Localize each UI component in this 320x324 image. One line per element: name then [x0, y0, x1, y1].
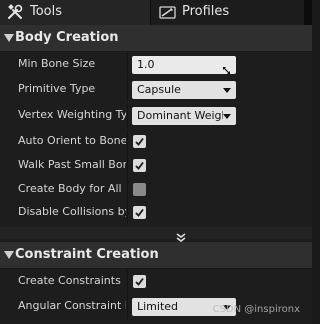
property-row-min-bone-size: Min Bone Size 1.0	[0, 53, 312, 77]
property-row-disable-collisions: Disable Collisions by Default	[0, 201, 312, 225]
property-label: Vertex Weighting Type	[18, 108, 126, 121]
auto-orient-checkbox[interactable]	[133, 135, 146, 148]
primitive-type-dropdown[interactable]: Capsule	[132, 81, 236, 99]
property-row-create-body-for-all-bones: Create Body for All Bones	[0, 178, 312, 202]
checkmark-icon	[135, 161, 144, 170]
expand-arrow-icon	[4, 251, 14, 259]
property-label: Min Bone Size	[18, 57, 96, 70]
checkmark-icon	[135, 137, 144, 146]
vertex-weighting-type-dropdown[interactable]: Dominant Weight	[132, 107, 236, 125]
column-splitter[interactable]	[127, 104, 128, 128]
create-body-for-all-bones-checkbox[interactable]	[133, 183, 146, 196]
column-splitter[interactable]	[127, 178, 128, 202]
dropdown-value: Limited	[137, 300, 179, 313]
dropdown-value: Capsule	[137, 83, 181, 96]
create-constraints-checkbox[interactable]	[133, 275, 146, 288]
tab-profiles[interactable]: Profiles	[151, 0, 304, 25]
checkmark-icon	[135, 277, 144, 286]
chevron-down-icon	[223, 114, 231, 119]
tools-icon	[6, 3, 24, 21]
column-splitter[interactable]	[127, 270, 128, 294]
column-splitter[interactable]	[127, 201, 128, 225]
column-splitter[interactable]	[127, 53, 128, 77]
property-label: Angular Constraint Mode	[18, 299, 126, 312]
walk-past-small-bones-checkbox[interactable]	[133, 159, 146, 172]
property-label: Create Body for All Bones	[18, 182, 126, 195]
min-bone-size-value: 1.0	[137, 58, 155, 71]
column-splitter[interactable]	[127, 130, 128, 154]
disable-collisions-checkbox[interactable]	[133, 206, 146, 219]
property-row-auto-orient: Auto Orient to Bone	[0, 130, 312, 154]
category-title: Body Creation	[15, 30, 119, 45]
expand-arrow-icon	[4, 34, 14, 42]
property-label: Auto Orient to Bone	[18, 134, 126, 147]
property-row-primitive-type: Primitive Type Capsule	[0, 78, 312, 102]
property-row-walk-past-small-bones: Walk Past Small Bones	[0, 154, 312, 178]
details-panel: Body Creation Min Bone Size 1.0 Primitiv…	[0, 25, 312, 324]
tab-label: Profiles	[182, 4, 230, 19]
category-title: Constraint Creation	[15, 247, 159, 262]
double-chevron-down-icon	[176, 228, 186, 242]
property-label: Primitive Type	[18, 82, 96, 95]
checkmark-icon	[135, 208, 144, 217]
column-splitter[interactable]	[127, 154, 128, 178]
column-splitter[interactable]	[127, 295, 128, 319]
watermark-text: CSDN @inspironx	[212, 304, 300, 315]
chevron-down-icon	[223, 88, 231, 93]
category-body-creation[interactable]: Body Creation	[0, 25, 312, 52]
tab-bar: Tools Profiles	[0, 0, 312, 25]
property-label: Create Constraints	[18, 274, 121, 287]
min-bone-size-input[interactable]: 1.0	[132, 56, 236, 74]
category-constraint-creation[interactable]: Constraint Creation	[0, 242, 312, 269]
column-splitter[interactable]	[127, 78, 128, 102]
drag-resize-icon[interactable]	[222, 60, 231, 74]
tab-tools[interactable]: Tools	[0, 0, 150, 25]
property-row-create-constraints: Create Constraints	[0, 270, 312, 294]
property-label: Disable Collisions by Default	[18, 205, 126, 218]
dropdown-value: Dominant Weight	[137, 109, 223, 122]
tab-label: Tools	[30, 4, 63, 19]
property-label: Walk Past Small Bones	[18, 158, 126, 171]
advanced-expander[interactable]	[0, 227, 312, 242]
property-row-vertex-weighting-type: Vertex Weighting Type Dominant Weight	[0, 104, 312, 128]
profiles-icon	[159, 4, 176, 20]
